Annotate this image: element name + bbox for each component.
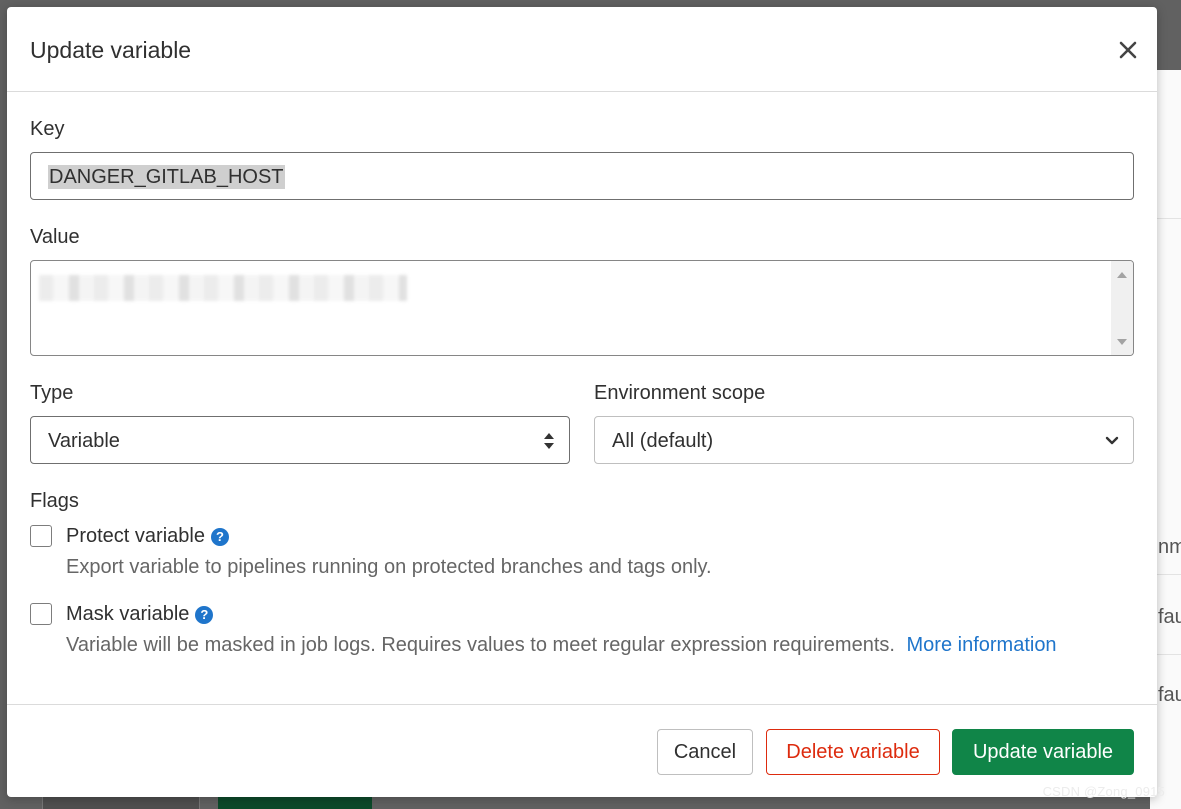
close-button[interactable]	[1111, 33, 1145, 67]
modal-title: Update variable	[30, 37, 192, 63]
protect-variable-text: Protect variable	[66, 525, 205, 547]
modal-header: Update variable	[7, 7, 1157, 92]
flags-label: Flags	[30, 490, 79, 512]
delete-variable-button[interactable]: Delete variable	[766, 729, 940, 775]
textarea-scrollbar[interactable]	[1111, 261, 1133, 355]
update-variable-modal: Update variable Key DANGER_GITLAB_HOST V…	[7, 7, 1157, 797]
watermark: CSDN @Zong_0915	[1042, 784, 1165, 799]
chevron-down-icon	[1105, 436, 1119, 445]
background-column-header: nm	[1158, 536, 1181, 558]
key-input[interactable]: DANGER_GITLAB_HOST	[30, 152, 1134, 200]
key-input-value: DANGER_GITLAB_HOST	[48, 165, 285, 189]
mask-variable-label[interactable]: Mask variable ?	[66, 603, 214, 626]
environment-scope-value: All (default)	[612, 430, 714, 452]
environment-scope-label: Environment scope	[594, 382, 766, 404]
protect-variable-label[interactable]: Protect variable ?	[66, 525, 229, 548]
close-icon	[1119, 41, 1137, 59]
background-cell: fau	[1158, 606, 1181, 628]
sort-arrows-icon	[544, 433, 554, 449]
mask-variable-help: Variable will be masked in job logs. Req…	[66, 634, 895, 656]
more-information-link[interactable]: More information	[907, 634, 1057, 656]
cancel-button[interactable]: Cancel	[657, 729, 753, 775]
key-label: Key	[30, 118, 65, 140]
modal-footer: Cancel Delete variable Update variable	[7, 704, 1157, 797]
type-select-value: Variable	[48, 430, 120, 452]
environment-scope-select[interactable]: All (default)	[594, 416, 1134, 464]
value-textarea[interactable]	[30, 260, 1134, 356]
protect-variable-checkbox[interactable]	[30, 525, 52, 547]
mask-variable-help-row: Variable will be masked in job logs. Req…	[66, 634, 1057, 657]
scroll-up-icon[interactable]	[1111, 261, 1133, 355]
question-circle-icon[interactable]: ?	[210, 527, 229, 546]
mask-variable-checkbox[interactable]	[30, 603, 52, 625]
redacted-value	[39, 275, 407, 301]
question-circle-icon[interactable]: ?	[195, 605, 214, 624]
mask-variable-text: Mask variable	[66, 603, 190, 625]
type-select[interactable]: Variable	[30, 416, 570, 464]
value-label: Value	[30, 226, 80, 248]
protect-variable-help: Export variable to pipelines running on …	[66, 556, 712, 578]
type-label: Type	[30, 382, 74, 404]
update-variable-button[interactable]: Update variable	[952, 729, 1134, 775]
background-cell: fau	[1158, 684, 1181, 706]
